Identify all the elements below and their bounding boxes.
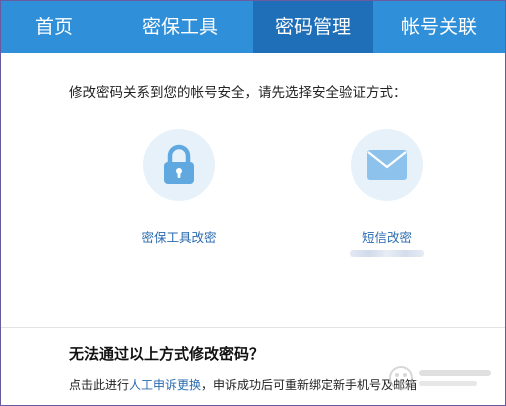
option-sms-change[interactable]: 短信改密 (317, 129, 457, 257)
top-nav-tabs: 首页 密保工具 密码管理 帐号关联 (1, 1, 505, 53)
lock-icon-circle[interactable] (143, 129, 215, 201)
option-sms-label[interactable]: 短信改密 (317, 227, 457, 246)
help-prefix: 点击此进行 (69, 378, 130, 392)
option-security-tool-change[interactable]: 密保工具改密 (109, 129, 249, 246)
envelope-icon (367, 150, 407, 180)
watermark-logo (389, 366, 491, 390)
tab-password-management[interactable]: 密码管理 (253, 1, 373, 53)
option-security-tool-label[interactable]: 密保工具改密 (109, 227, 249, 246)
tab-home[interactable]: 首页 (1, 1, 107, 53)
intro-text: 修改密码关系到您的帐号安全，请先选择安全验证方式： (69, 85, 407, 101)
help-title: 无法通过以上方式修改密码？ (69, 345, 265, 363)
manual-appeal-link[interactable]: 人工申诉更换 (129, 378, 201, 392)
redacted-phone-number (350, 250, 424, 257)
help-suffix: ，申诉成功后可重新绑定新手机号及邮箱 (201, 378, 418, 392)
page-frame: 首页 密保工具 密码管理 帐号关联 修改密码关系到您的帐号安全，请先选择安全验证… (0, 0, 506, 406)
section-divider (1, 327, 505, 328)
lock-icon (164, 144, 194, 184)
help-line: 点击此进行人工申诉更换，申诉成功后可重新绑定新手机号及邮箱 (69, 376, 417, 393)
tab-account-linking[interactable]: 帐号关联 (373, 1, 505, 53)
envelope-icon-circle[interactable] (351, 129, 423, 201)
tab-security-tools[interactable]: 密保工具 (107, 1, 253, 53)
